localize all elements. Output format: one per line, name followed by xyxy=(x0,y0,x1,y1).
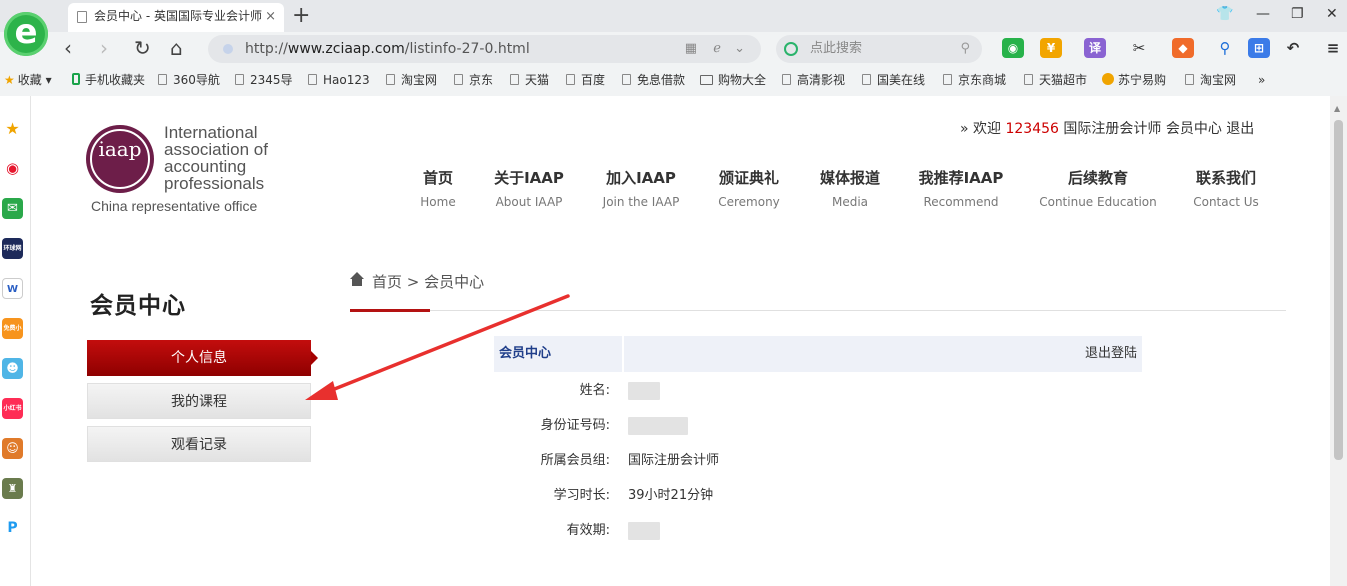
annotation-arrow xyxy=(305,294,570,400)
